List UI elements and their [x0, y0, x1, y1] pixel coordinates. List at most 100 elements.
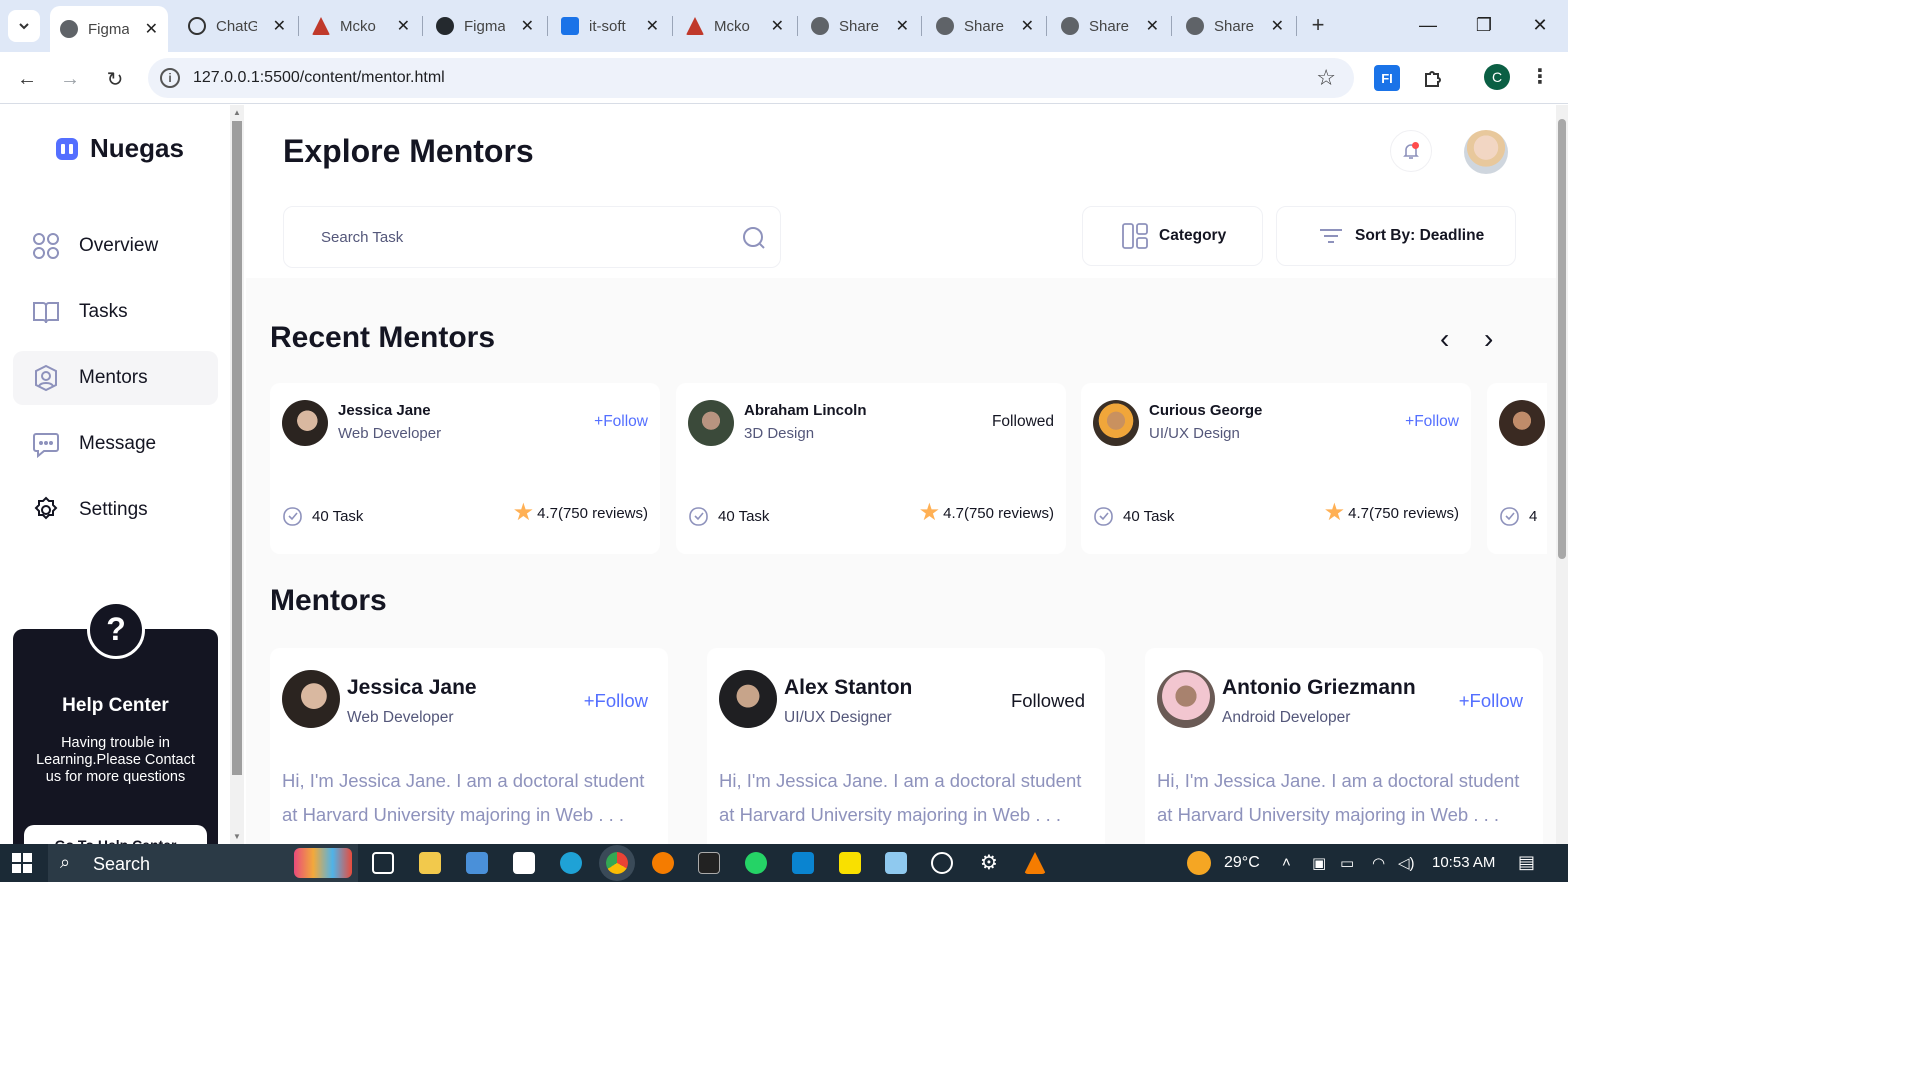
store-icon[interactable] — [466, 852, 488, 874]
mail-icon[interactable] — [513, 852, 535, 874]
mentor-bio: Hi, I'm Jessica Jane. I am a doctoral st… — [719, 770, 1082, 825]
search-icon[interactable] — [742, 226, 766, 250]
taskbar-search[interactable]: ⌕ Search — [48, 844, 358, 882]
vlc-icon[interactable] — [1024, 852, 1046, 874]
rating: ★ 4.7(750 reviews) — [512, 499, 648, 526]
go-to-help-center-button[interactable]: Go To Help Center — [24, 825, 207, 844]
brand-logo[interactable]: Nuegas — [56, 133, 184, 164]
battery-icon[interactable]: ▭ — [1340, 854, 1354, 872]
close-icon[interactable]: ✕ — [1021, 16, 1034, 36]
windows-start-icon[interactable] — [12, 853, 32, 873]
close-icon[interactable]: ✕ — [896, 16, 909, 36]
mentor-card[interactable]: Alex Stanton UI/UX Designer Followed Hi,… — [707, 648, 1105, 844]
browser-tab[interactable]: it-soft ✕ — [551, 6, 669, 46]
sidebar-item-settings[interactable]: Settings — [13, 483, 218, 537]
user-avatar[interactable] — [1464, 130, 1508, 174]
file-explorer-icon[interactable] — [419, 852, 441, 874]
browser-tab[interactable]: ChatG ✕ — [178, 6, 296, 46]
browser-tab[interactable]: Share ✕ — [1176, 6, 1294, 46]
terminal-icon[interactable] — [698, 852, 720, 874]
browser-menu-icon[interactable]: ⋮ — [1530, 64, 1550, 89]
follow-button[interactable]: +Follow — [594, 413, 648, 431]
close-window-button[interactable]: ✕ — [1520, 8, 1560, 42]
close-icon[interactable]: ✕ — [771, 16, 784, 36]
browser-tab[interactable]: Mcko ✕ — [302, 6, 420, 46]
extension-fi-icon[interactable]: FI — [1374, 65, 1400, 91]
tab-search-button[interactable] — [8, 10, 40, 42]
info-icon[interactable]: i — [160, 68, 180, 88]
temperature[interactable]: 29°C — [1224, 854, 1260, 872]
firefox-icon[interactable] — [652, 852, 674, 874]
extensions-puzzle-icon[interactable] — [1420, 65, 1446, 91]
forward-button[interactable]: → — [55, 64, 85, 94]
back-button[interactable]: ← — [12, 64, 42, 94]
browser-tab[interactable]: Share ✕ — [926, 6, 1044, 46]
carousel-next-icon[interactable]: › — [1484, 323, 1493, 355]
minimize-button[interactable]: — — [1408, 8, 1448, 42]
page-scrollbar[interactable] — [1556, 105, 1568, 844]
wifi-icon[interactable]: ◠ — [1372, 854, 1385, 872]
close-icon[interactable]: ✕ — [646, 16, 659, 36]
followed-button[interactable]: Followed — [1011, 690, 1085, 712]
volume-icon[interactable]: ◁) — [1398, 854, 1415, 872]
reload-button[interactable]: ↻ — [100, 64, 130, 94]
notification-button[interactable] — [1390, 130, 1432, 172]
close-icon[interactable]: ✕ — [273, 16, 286, 36]
close-icon[interactable]: ✕ — [1271, 16, 1284, 36]
whatsapp-icon[interactable] — [745, 852, 767, 874]
browser-tab[interactable]: Share ✕ — [801, 6, 919, 46]
tab-divider — [1046, 16, 1047, 36]
page-scroll-thumb[interactable] — [1558, 119, 1566, 559]
restore-button[interactable]: ❐ — [1464, 8, 1504, 42]
sidebar-item-overview[interactable]: Overview — [13, 219, 218, 273]
follow-button[interactable]: +Follow — [1459, 690, 1523, 712]
notepad-icon[interactable] — [885, 852, 907, 874]
sidebar-item-message[interactable]: Message — [13, 417, 218, 471]
edge-icon[interactable] — [560, 852, 582, 874]
recent-mentor-card[interactable]: Abraham Lincoln 3D Design Followed 40 Ta… — [676, 383, 1066, 554]
carousel-prev-icon[interactable]: ‹ — [1440, 323, 1449, 355]
task-count: 40 Task — [282, 505, 363, 527]
recent-mentor-card[interactable]: Curious George UI/UX Design +Follow 40 T… — [1081, 383, 1471, 554]
sidebar-item-mentors[interactable]: Mentors — [13, 351, 218, 405]
chrome-icon[interactable] — [606, 852, 628, 874]
meet-icon[interactable]: ▣ — [1312, 854, 1326, 872]
sticky-notes-icon[interactable] — [839, 852, 861, 874]
browser-tab[interactable]: Mcko ✕ — [676, 6, 794, 46]
close-icon[interactable]: ✕ — [521, 16, 534, 36]
follow-button[interactable]: +Follow — [1405, 413, 1459, 431]
category-button[interactable]: Category — [1082, 206, 1263, 266]
recent-mentor-card-partial[interactable]: 4 — [1487, 383, 1547, 554]
profile-avatar[interactable]: C — [1484, 64, 1510, 90]
settings-gear-icon[interactable]: ⚙ — [978, 852, 1000, 874]
url-field[interactable]: i 127.0.0.1:5500/content/mentor.html ☆ — [148, 58, 1354, 98]
address-bar-row: ← → ↻ i 127.0.0.1:5500/content/mentor.ht… — [0, 52, 1568, 104]
close-icon[interactable]: ✕ — [1146, 16, 1159, 36]
page-header: Explore Mentors Search Task Category Sor… — [246, 105, 1556, 278]
bookmark-star-icon[interactable]: ☆ — [1316, 65, 1336, 91]
vscode-icon[interactable] — [792, 852, 814, 874]
sidebar-scroll-thumb[interactable] — [232, 121, 242, 775]
scroll-up-icon[interactable]: ▲ — [233, 108, 241, 117]
search-input[interactable]: Search Task — [283, 206, 781, 268]
sidebar-item-tasks[interactable]: Tasks — [13, 285, 218, 339]
browser-tab[interactable]: Figma ✕ — [426, 6, 544, 46]
mentor-card[interactable]: Antonio Griezmann Android Developer +Fol… — [1145, 648, 1543, 844]
follow-button[interactable]: +Follow — [584, 690, 648, 712]
task-view-icon[interactable] — [372, 852, 394, 874]
sort-button[interactable]: Sort By: Deadline — [1276, 206, 1516, 266]
scroll-down-icon[interactable]: ▼ — [233, 832, 241, 841]
mentor-card[interactable]: Jessica Jane Web Developer +Follow Hi, I… — [270, 648, 668, 844]
clock[interactable]: 10:53 AM — [1432, 854, 1495, 871]
close-icon[interactable]: ✕ — [397, 16, 410, 36]
followed-button[interactable]: Followed — [992, 413, 1054, 431]
chevron-up-icon[interactable]: ˄ — [1282, 854, 1291, 871]
new-tab-button[interactable]: + — [1303, 10, 1333, 40]
browser-tab[interactable]: Share ✕ — [1051, 6, 1169, 46]
sidebar-scrollbar[interactable]: ▲ ▼ — [230, 105, 244, 844]
browser-tab[interactable]: Figma ✕ — [50, 6, 168, 52]
close-icon[interactable]: ✕ — [145, 19, 158, 39]
notifications-icon[interactable]: ▤ — [1518, 852, 1535, 873]
recent-mentor-card[interactable]: Jessica Jane Web Developer +Follow 40 Ta… — [270, 383, 660, 554]
obs-icon[interactable] — [931, 852, 953, 874]
